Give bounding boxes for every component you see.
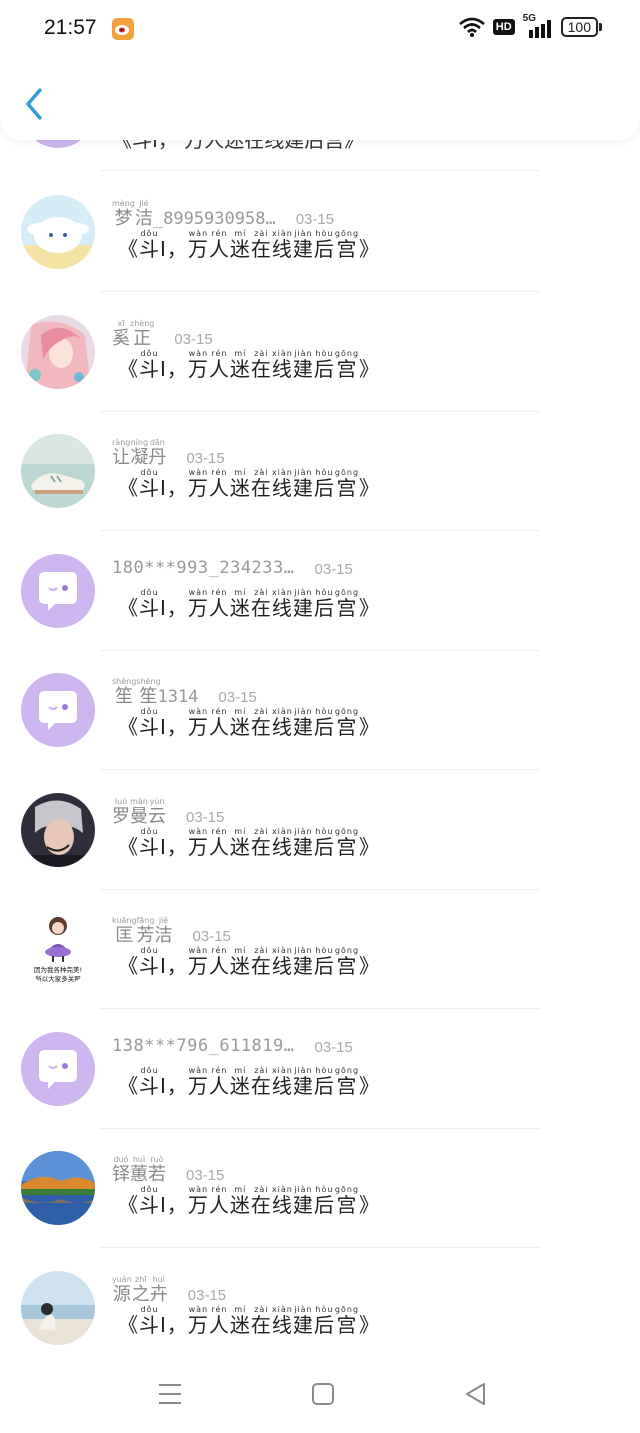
list-item[interactable]: 因为我各种完美! 所以大家多关照 匡kuāng芳fāng洁jié 03-15 《​斗dǒ… — [0, 888, 640, 1008]
list-item[interactable]: 梦mèng洁jié_8995930958… 03-15 《​斗dǒuI​，​万wàn… — [0, 171, 640, 291]
name-line: 笙笙shēngshēng1314 03-15 — [112, 677, 257, 706]
avatar[interactable] — [21, 195, 95, 269]
timestamp: 03-15 — [187, 1287, 227, 1304]
list-item[interactable]: 让ràng凝níng丹dān 03-15 《​斗dǒuI​，​万wàn人rén迷mí… — [0, 410, 640, 530]
name-line: 奚xī正zhèng 03-15 — [112, 319, 213, 348]
timestamp: 03-15 — [186, 809, 225, 826]
user-name: 铎duó蕙huì若ruò — [112, 1155, 166, 1185]
name-line: 源yuán之zhī卉huì 03-15 — [112, 1275, 226, 1304]
timestamp: 03-15 — [314, 1039, 353, 1056]
name-line: 匡kuāng芳fāng洁jié 03-15 — [112, 916, 231, 945]
hd-badge: HD — [492, 19, 515, 35]
list-item[interactable]: 奚xī正zhèng 03-15 《​斗dǒuI​，​万wàn人rén迷mí在zài线… — [0, 291, 640, 411]
back-button[interactable] — [22, 86, 48, 122]
user-name: 奚xī正zhèng — [112, 319, 155, 349]
svg-text:因为我各种完美!: 因为我各种完美! — [34, 965, 82, 974]
weibo-icon — [112, 18, 134, 40]
message-text: 《​斗dǒuI​，​万wàn人rén迷mí在zài线xiàn建jiàn后hòu宫… — [118, 827, 381, 859]
message-text: 《​斗dǒuI​，​万wàn人rén迷mí在zài线xiàn建jiàn后hòu宫… — [118, 349, 381, 381]
user-name: 笙笙shēngshēng1314 — [112, 677, 199, 707]
list-item[interactable]: 铎duó蕙huì若ruò 03-15 《​斗dǒuI​，​万wàn人rén迷mí在z… — [0, 1127, 640, 1247]
name-line: 让ràng凝níng丹dān 03-15 — [112, 438, 225, 467]
message-text: 《​斗dǒuI​，​万wàn人rén迷mí在zài线xiàn建jiàn后hòu宫… — [118, 1305, 381, 1337]
message-text: 《​斗dǒuI​，​万wàn人rén迷mí在zài线xiàn建jiàn后hòu宫… — [118, 1066, 381, 1098]
avatar[interactable] — [21, 434, 95, 508]
timestamp: 03-15 — [186, 450, 225, 467]
user-name: 匡kuāng芳fāng洁jié — [112, 916, 173, 946]
name-line: 180***993_234233… 03-15 — [112, 558, 353, 578]
timestamp: 03-15 — [295, 211, 335, 228]
avatar[interactable] — [21, 1032, 95, 1106]
name-line: 138***796_611819… 03-15 — [112, 1036, 353, 1056]
header-bar: 21:57 HD 5G 100 — [0, 0, 640, 140]
avatar[interactable] — [21, 673, 95, 747]
home-icon — [312, 1383, 334, 1405]
message-text: 《​斗dǒuI​，​万wàn人rén迷mí在zài线xiàn建jiàn后hòu宫… — [118, 229, 381, 261]
avatar[interactable] — [21, 793, 95, 867]
menu-button[interactable] — [158, 1382, 182, 1410]
user-name: 让ràng凝níng丹dān — [112, 438, 167, 468]
name-line: 罗luó曼màn云yún 03-15 — [112, 797, 224, 826]
message-text: 《​斗dǒuI​，​万wàn人rén迷mí在zài线xiàn建jiàn后hòu宫… — [118, 588, 381, 620]
avatar[interactable] — [21, 554, 95, 628]
nav-back-button[interactable] — [464, 1382, 488, 1410]
message-text: 《​斗dǒuI​，​万wàn人rén迷mí在zài线xiàn建jiàn后hòu宫… — [118, 468, 381, 500]
timestamp: 03-15 — [186, 1167, 225, 1184]
avatar[interactable] — [21, 315, 95, 389]
status-icons: HD 5G 100 — [458, 13, 602, 38]
user-name: 源yuán之zhī卉huì — [112, 1275, 168, 1305]
status-time: 21:57 — [44, 16, 97, 39]
menu-icon — [159, 1384, 181, 1404]
list-item[interactable]: 180***993_234233… 03-15 《​斗dǒuI​，​万wàn人rén… — [0, 530, 640, 650]
timestamp: 03-15 — [218, 689, 257, 706]
list-item[interactable]: 罗luó曼màn云yún 03-15 《​斗dǒuI​，​万wàn人rén迷mí在z… — [0, 769, 640, 889]
message-text: 《​斗dǒuI​，​万wàn人rén迷mí在zài线xiàn建jiàn后hòu宫… — [118, 946, 381, 978]
user-name: 罗luó曼màn云yún — [112, 797, 166, 827]
name-line: 梦mèng洁jié_8995930958… 03-15 — [112, 199, 334, 228]
avatar[interactable] — [21, 1151, 95, 1225]
timestamp: 03-15 — [174, 331, 213, 348]
timestamp: 03-15 — [314, 561, 353, 578]
timestamp: 03-15 — [192, 928, 231, 945]
home-button[interactable] — [311, 1382, 335, 1410]
list-item[interactable]: 138***796_611819… 03-15 《​斗dǒuI​，​万wàn人rén… — [0, 1008, 640, 1128]
avatar[interactable] — [21, 1271, 95, 1345]
message-text: 《​斗dǒuI​，​万wàn人rén迷mí在zài线xiàn建jiàn后hòu宫… — [118, 1185, 381, 1217]
user-name: 138***796_611819… — [112, 1036, 295, 1056]
avatar[interactable]: 因为我各种完美! 所以大家多关照 — [21, 912, 95, 986]
user-name: 梦mèng洁jié_8995930958… — [112, 199, 276, 229]
chevron-left-icon — [26, 88, 42, 120]
signal-icon: 5G — [523, 13, 553, 38]
system-nav-bar — [0, 1360, 640, 1433]
name-line: 铎duó蕙huì若ruò 03-15 — [112, 1155, 224, 1184]
wifi-icon — [458, 17, 485, 37]
back-triangle-icon — [466, 1383, 485, 1405]
message-text: 《​斗dǒuI​，​万wàn人rén迷mí在zài线xiàn建jiàn后hòu宫… — [118, 707, 381, 739]
svg-text:所以大家多关照: 所以大家多关照 — [35, 974, 81, 983]
user-name: 180***993_234233… — [112, 558, 295, 578]
list-item[interactable]: 源yuán之zhī卉huì 03-15 《​斗dǒuI​，​万wàn人rén迷mí在… — [0, 1247, 640, 1367]
battery-level: 100 — [560, 17, 598, 37]
list-item[interactable]: 笙笙shēngshēng1314 03-15 《​斗dǒuI​，​万wàn人rén迷… — [0, 649, 640, 769]
battery-icon: 100 — [560, 17, 602, 37]
